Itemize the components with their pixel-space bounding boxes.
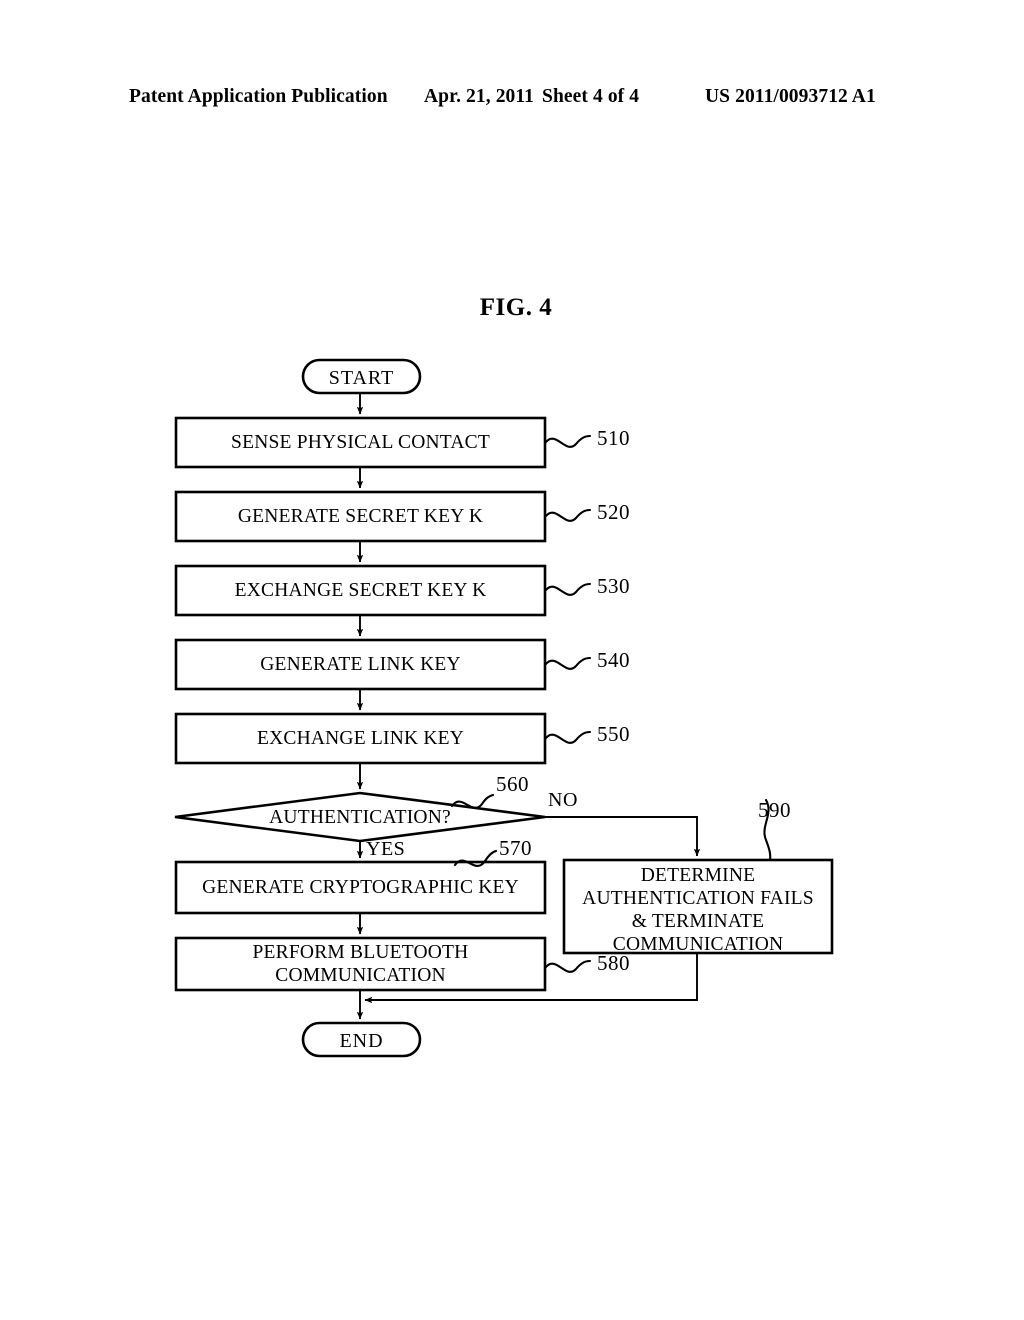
leader-530 — [544, 582, 592, 596]
node-start-shape — [301, 358, 422, 395]
ref-number-520: 520 — [597, 500, 630, 524]
leader-580 — [544, 959, 592, 973]
node-590-shape — [562, 858, 834, 955]
node-520-shape — [174, 490, 547, 543]
branch-label-no: NO — [548, 789, 578, 811]
flowchart-diagram: START SENSE PHYSICAL CONTACT GENERATE SE… — [0, 0, 1024, 1320]
node-530-shape — [174, 564, 547, 617]
ref-number-560: 560 — [496, 772, 529, 796]
node-580-shape — [174, 936, 547, 992]
leader-570 — [453, 849, 498, 868]
leader-540 — [544, 656, 592, 670]
node-570-shape — [174, 860, 547, 915]
flowchart-svg — [174, 358, 834, 1058]
leader-550 — [544, 730, 592, 744]
leader-510 — [544, 434, 592, 448]
ref-number-590: 590 — [758, 798, 791, 822]
edge-590-end — [364, 953, 698, 1004]
ref-number-540: 540 — [597, 648, 630, 672]
node-560-shape — [174, 791, 546, 843]
ref-number-530: 530 — [597, 574, 630, 598]
branch-label-yes: YES — [366, 838, 406, 860]
node-end-shape — [301, 1021, 422, 1058]
ref-number-510: 510 — [597, 426, 630, 450]
edge-560-590-no — [545, 816, 701, 857]
leader-520 — [544, 508, 592, 522]
ref-number-570: 570 — [499, 836, 532, 860]
node-550-shape — [174, 712, 547, 765]
ref-number-550: 550 — [597, 722, 630, 746]
node-540-shape — [174, 638, 547, 691]
node-510-shape — [174, 416, 547, 469]
ref-number-580: 580 — [597, 951, 630, 975]
